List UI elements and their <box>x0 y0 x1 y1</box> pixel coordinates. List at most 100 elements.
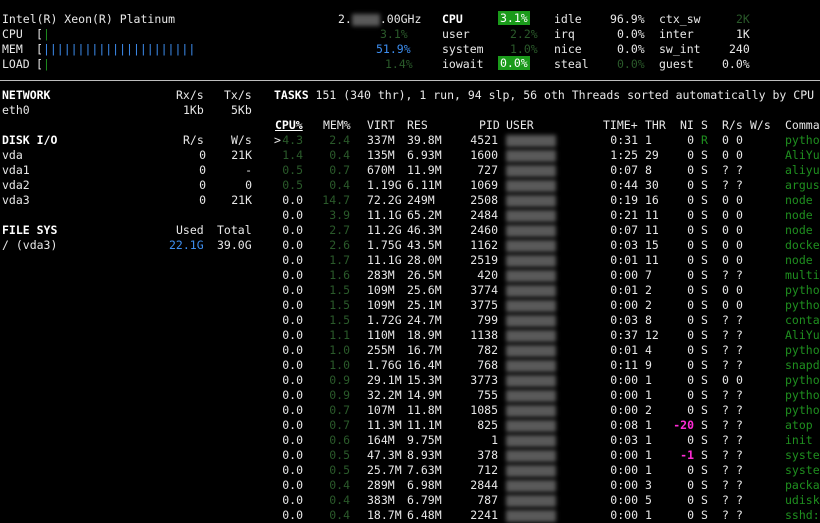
col-mem[interactable]: MEM% <box>323 118 351 133</box>
row-read: ? <box>722 418 729 432</box>
row-virt: 670M <box>367 163 395 177</box>
redacted-user <box>506 494 556 507</box>
col-thr[interactable]: THR <box>645 118 666 133</box>
process-row[interactable]: 0.0 3.9 11.1G 65.2M 2484 0:21 11 0 S 0 0 node <box>0 208 820 223</box>
process-row[interactable]: 0.0 1.1 110M 18.9M 1138 0:37 12 0 S?? AliYu <box>0 328 820 343</box>
row-cpu: 0.0 <box>282 238 303 252</box>
row-time: 0:00 <box>610 388 638 402</box>
redacted-user <box>506 299 556 312</box>
col-res[interactable]: RES <box>407 118 428 133</box>
row-state: S <box>701 373 708 387</box>
row-cpu: 1.4 <box>282 148 303 162</box>
row-command: pytho <box>785 343 820 357</box>
row-read: ? <box>722 328 729 342</box>
process-row[interactable]: 0.0 0.5 25.7M 7.63M 712 0:00 1 0 S?? syste <box>0 463 820 478</box>
process-row[interactable]: >4.3 2.4 337M 39.8M 4521 0:31 1 0 R 0 0 pytho <box>0 133 820 148</box>
process-row[interactable]: 0.0 0.5 47.3M 8.93M 378 0:00 1 -1 S?? syste <box>0 448 820 463</box>
row-command: aliyu <box>785 163 820 177</box>
process-row[interactable]: 0.0 14.7 72.2G 249M 2508 0:19 16 0 S 0 0 node <box>0 193 820 208</box>
process-row[interactable]: 0.0 0.9 29.1M 15.3M 3773 0:00 1 0 S 0 0 pytho <box>0 373 820 388</box>
process-row[interactable]: 0.0 1.7 11.1G 28.0M 2519 0:01 11 0 S 0 0 node <box>0 253 820 268</box>
cpu-bar-bracket: [| <box>36 27 50 41</box>
process-row[interactable]: 0.0 0.6 164M 9.75M 1 0:03 1 0 S?? init <box>0 433 820 448</box>
row-nice: 0 <box>687 313 694 327</box>
redacted-user <box>506 374 556 387</box>
col-user[interactable]: USER <box>506 118 534 133</box>
row-time: 0:00 <box>610 478 638 492</box>
process-row[interactable]: 0.0 0.9 32.2M 14.9M 755 0:00 1 0 S?? pytho <box>0 388 820 403</box>
row-virt: 283M <box>367 268 395 282</box>
row-mem: 1.6 <box>329 268 350 282</box>
row-nice: 0 <box>687 223 694 237</box>
col-command[interactable]: Comma <box>785 118 820 133</box>
col-rs[interactable]: R/s <box>722 118 743 133</box>
process-row[interactable]: 0.0 0.4 289M 6.98M 2844 0:00 3 0 S?? packa <box>0 478 820 493</box>
row-res: 24.7M <box>407 313 442 327</box>
row-virt: 47.3M <box>367 448 402 462</box>
process-row[interactable]: 0.0 0.7 11.3M 11.1M 825 0:08 1 -20 S?? atop <box>0 418 820 433</box>
row-threads: 2 <box>645 403 652 417</box>
process-row[interactable]: 0.5 0.4 1.19G 6.11M 1069 0:44 30 0 S?? argus <box>0 178 820 193</box>
col-pid[interactable]: PID <box>479 118 500 133</box>
row-write: ? <box>736 508 743 522</box>
row-mem: 0.4 <box>329 478 350 492</box>
process-row[interactable]: 0.5 0.7 670M 11.9M 727 0:07 8 0 S?? aliyu <box>0 163 820 178</box>
row-threads: 3 <box>645 478 652 492</box>
row-command: pytho <box>785 283 820 297</box>
col-ni[interactable]: NI <box>680 118 694 133</box>
process-row[interactable]: 0.0 2.7 11.2G 46.3M 2460 0:07 11 0 S 0 0 node <box>0 223 820 238</box>
row-user <box>506 508 556 523</box>
row-virt: 11.1G <box>367 208 402 222</box>
process-row[interactable]: 0.0 1.6 283M 26.5M 420 0:00 7 0 S?? multi <box>0 268 820 283</box>
process-row[interactable]: 0.0 1.0 1.76G 16.4M 768 0:11 9 0 S?? snapd <box>0 358 820 373</box>
row-cpu: 0.5 <box>282 163 303 177</box>
process-row[interactable]: 0.0 1.5 1.72G 24.7M 799 0:03 8 0 S?? conta <box>0 313 820 328</box>
row-mem: 1.1 <box>329 328 350 342</box>
row-user <box>506 238 556 253</box>
row-time: 0:03 <box>610 433 638 447</box>
guest-value: 0.0% <box>722 57 750 71</box>
row-pid: 755 <box>477 388 498 402</box>
row-res: 46.3M <box>407 223 442 237</box>
process-row[interactable]: 0.0 1.5 109M 25.6M 3774 0:01 2 0 S 0 0 pytho <box>0 283 820 298</box>
process-row[interactable]: 0.0 1.0 255M 16.7M 782 0:01 4 0 S?? pytho <box>0 343 820 358</box>
row-mem: 0.6 <box>329 433 350 447</box>
process-row[interactable]: 0.0 1.5 109M 25.1M 3775 0:00 2 0 S 0 0 pytho <box>0 298 820 313</box>
row-virt: 32.2M <box>367 388 402 402</box>
cpu-frequency: 2. .00GHz <box>338 12 422 26</box>
row-nice: 0 <box>687 298 694 312</box>
col-time[interactable]: TIME+ <box>603 118 638 133</box>
process-row[interactable]: 0.0 0.4 18.7M 6.48M 2241 0:00 1 0 S?? sshd: <box>0 508 820 523</box>
row-cpu: 0.0 <box>282 358 303 372</box>
process-row[interactable]: 0.0 0.4 383M 6.79M 787 0:00 5 0 S?? udisk <box>0 493 820 508</box>
row-read: ? <box>722 508 729 522</box>
process-row[interactable]: 0.0 0.7 107M 11.8M 1085 0:00 2 0 S?? pytho <box>0 403 820 418</box>
row-virt: 109M <box>367 298 395 312</box>
row-mem: 3.9 <box>329 208 350 222</box>
row-nice: 0 <box>687 388 694 402</box>
row-user <box>506 223 556 238</box>
row-write: ? <box>736 328 743 342</box>
row-nice: 0 <box>687 358 694 372</box>
row-time: 0:00 <box>610 493 638 507</box>
col-cpu[interactable]: CPU% <box>275 118 303 133</box>
row-nice: 0 <box>687 493 694 507</box>
col-ws[interactable]: W/s <box>750 118 771 133</box>
row-write: 0 <box>736 133 743 147</box>
redacted-user <box>506 209 556 222</box>
col-state[interactable]: S <box>701 118 708 133</box>
process-row[interactable]: 0.0 2.6 1.75G 43.5M 1162 0:03 15 0 S 0 0 docke <box>0 238 820 253</box>
row-time: 0:08 <box>610 418 638 432</box>
row-res: 6.98M <box>407 478 442 492</box>
inter-value: 1K <box>736 27 750 41</box>
row-write: ? <box>736 163 743 177</box>
redacted-user <box>506 419 556 432</box>
row-virt: 11.1G <box>367 253 402 267</box>
row-res: 11.8M <box>407 403 442 417</box>
row-time: 0:00 <box>610 448 638 462</box>
process-row[interactable]: 1.4 0.4 135M 6.93M 1600 1:25 29 0 S 0 0 AliYu <box>0 148 820 163</box>
row-res: 25.6M <box>407 283 442 297</box>
col-virt[interactable]: VIRT <box>367 118 395 133</box>
row-state: S <box>701 148 708 162</box>
row-virt: 1.75G <box>367 238 402 252</box>
